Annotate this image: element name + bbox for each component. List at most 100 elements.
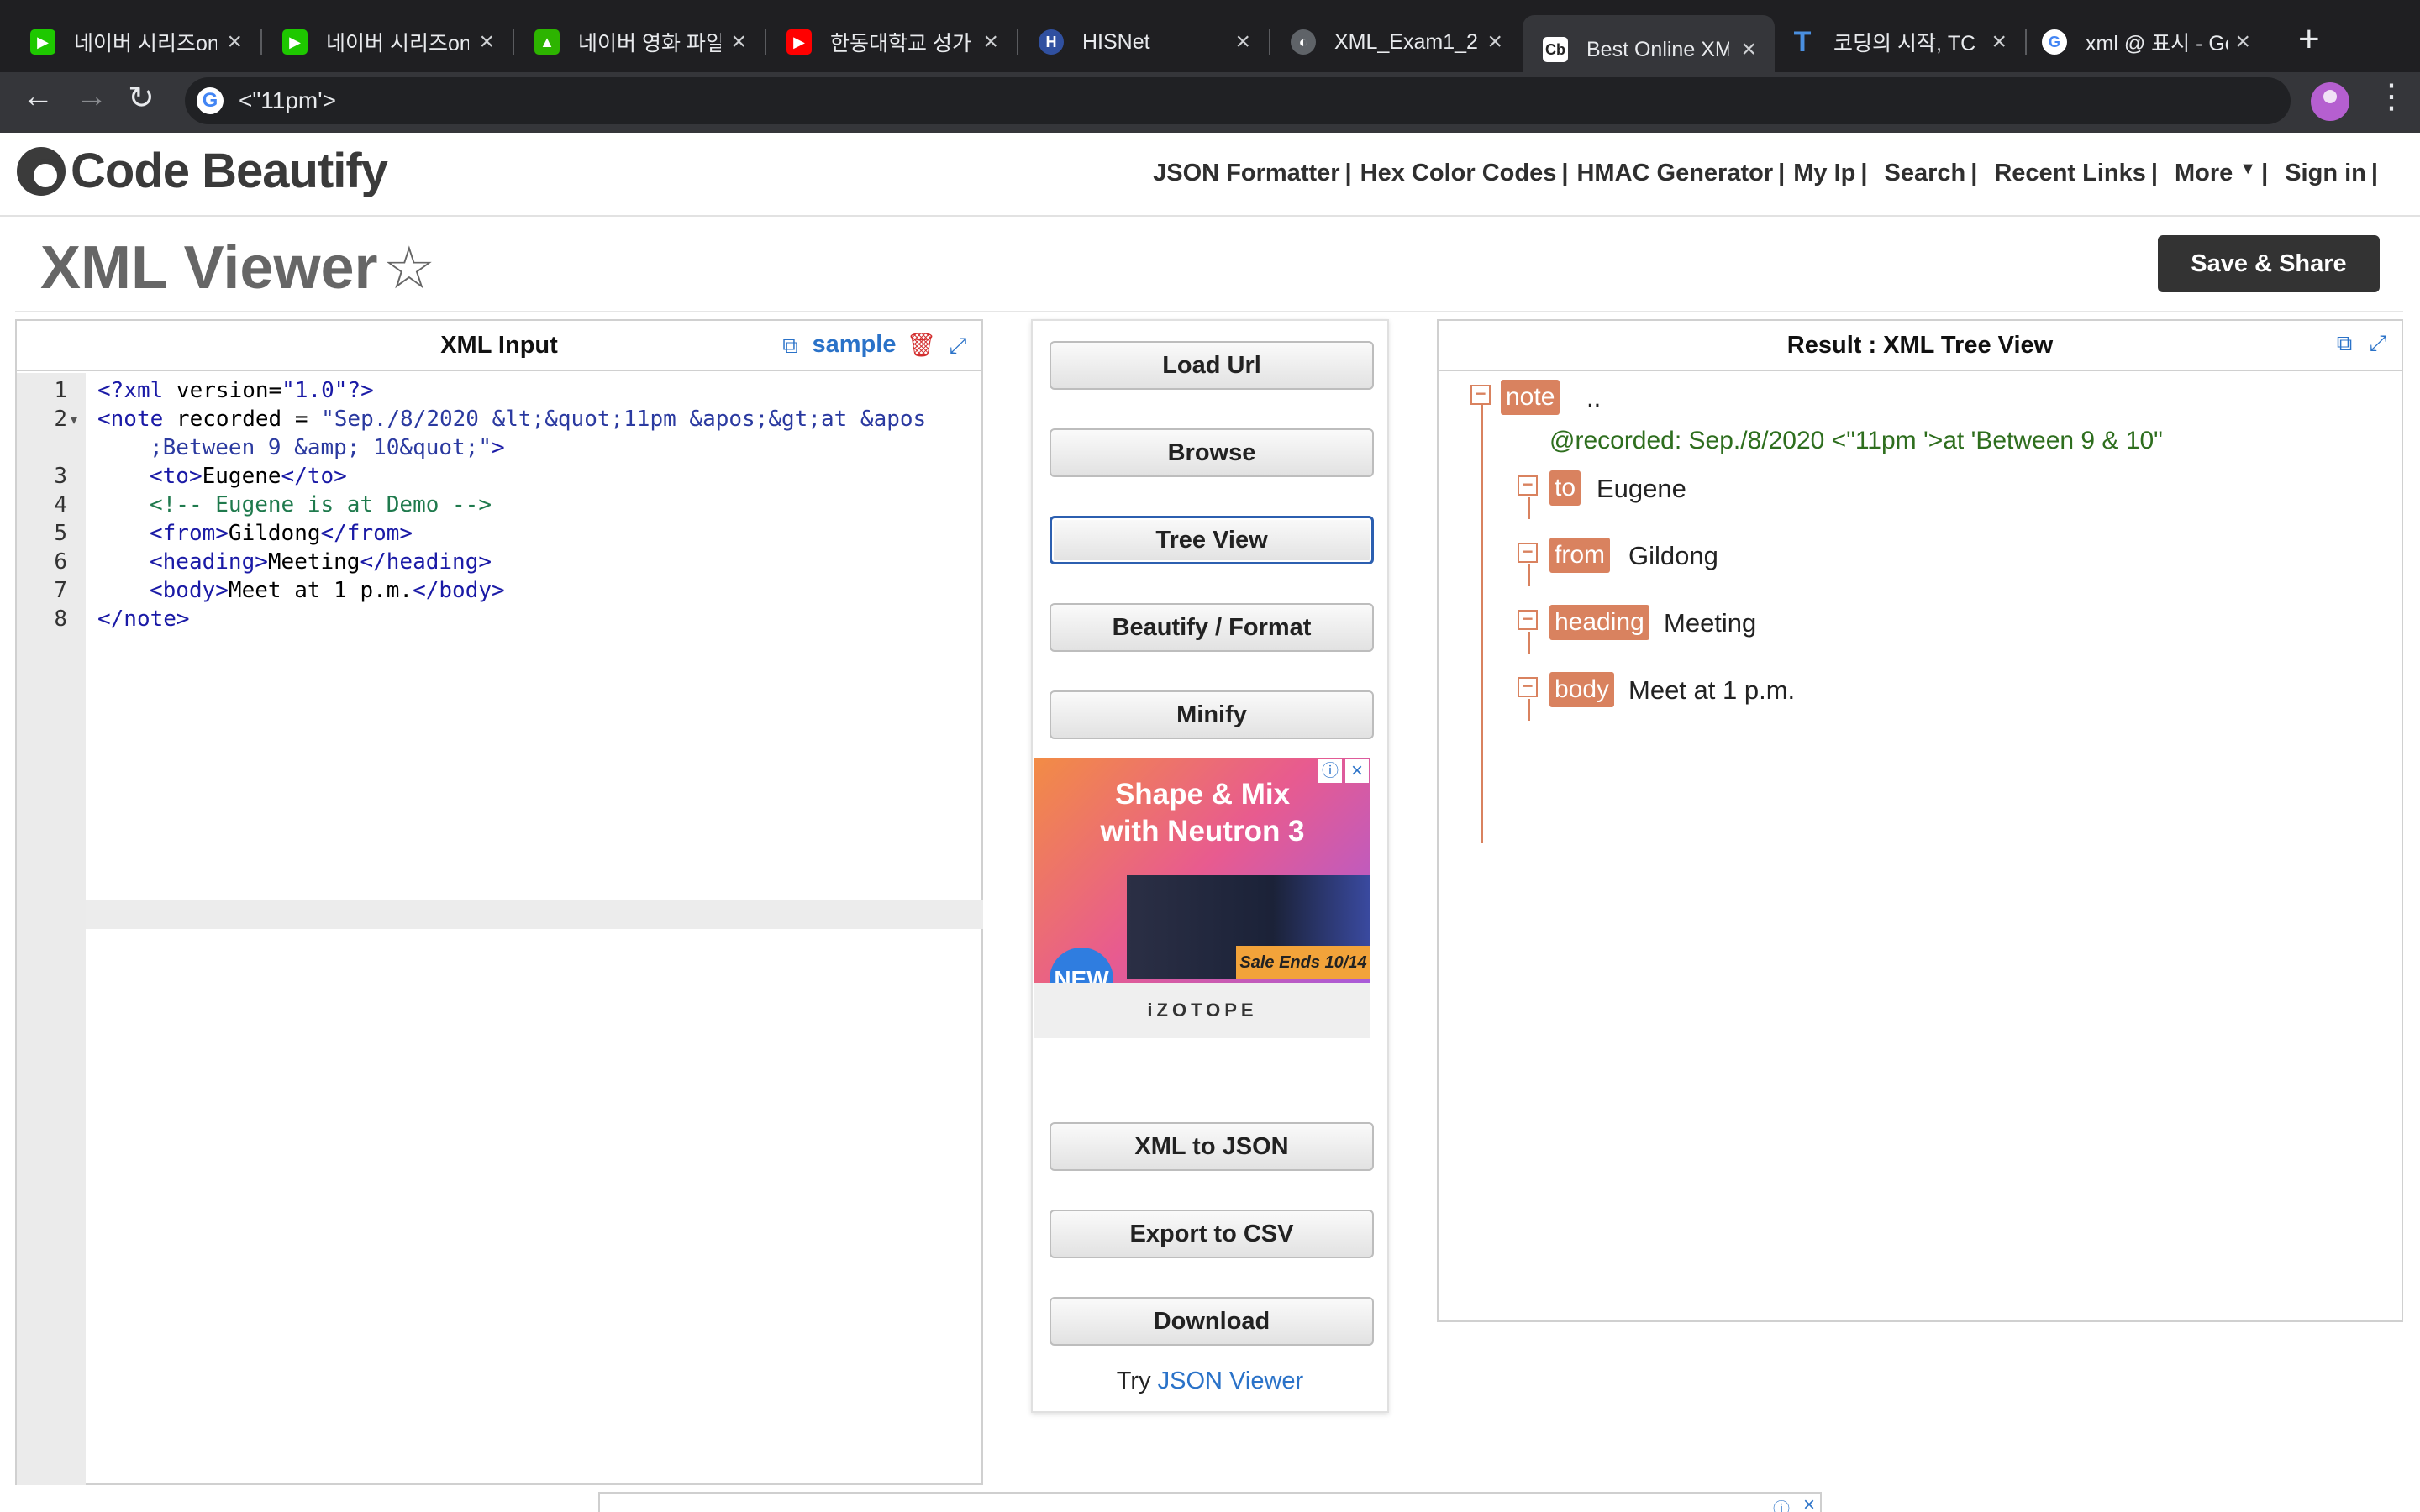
tree-guide-line bbox=[1528, 564, 1530, 586]
fold-arrow-icon[interactable]: ▾ bbox=[71, 412, 77, 428]
nav-hex-color-codes[interactable]: Hex Color Codes bbox=[1360, 160, 1557, 187]
trash-icon[interactable]: 🗑 bbox=[906, 331, 936, 359]
browser-tab[interactable]: ▶ 네이버 시리즈on × bbox=[0, 18, 260, 66]
copy-icon[interactable]: ⧉ bbox=[2333, 331, 2356, 354]
line-number: 8 bbox=[54, 606, 67, 632]
ad-info-icon[interactable]: ⓘ bbox=[1318, 759, 1342, 783]
copy-icon[interactable]: ⧉ bbox=[779, 333, 802, 357]
collapse-toggle-icon[interactable]: − bbox=[1470, 385, 1491, 405]
close-icon[interactable]: × bbox=[731, 28, 746, 56]
download-button[interactable]: Download bbox=[1050, 1297, 1374, 1346]
address-bar[interactable]: G <"11pm'> bbox=[185, 77, 2291, 124]
browser-tab[interactable]: ▶ 한동대학교 성가대 × bbox=[756, 18, 1017, 66]
xml-to-json-button[interactable]: XML to JSON bbox=[1050, 1122, 1374, 1171]
close-icon[interactable]: × bbox=[227, 28, 242, 56]
close-icon[interactable]: × bbox=[2235, 28, 2250, 56]
code-line: ;Between 9 &amp; 10&quot;"> bbox=[150, 435, 505, 460]
reload-icon[interactable]: ↻ bbox=[128, 79, 155, 117]
ad-close-icon[interactable]: × bbox=[1345, 759, 1369, 783]
tree-value: Eugene bbox=[1597, 474, 1686, 503]
tab-title: 코딩의 시작, TCP bbox=[1833, 32, 1976, 55]
nav-hmac-generator[interactable]: HMAC Generator bbox=[1576, 160, 1773, 187]
tree-node-note[interactable]: note bbox=[1501, 380, 1560, 415]
result-panel: Result : XML Tree View ⧉ ⤢ − note .. @re… bbox=[1437, 319, 2403, 1322]
logo-text: Code Beautify bbox=[71, 144, 388, 198]
nav-json-formatter[interactable]: JSON Formatter bbox=[1153, 160, 1339, 187]
nav-search[interactable]: Search bbox=[1885, 160, 1966, 187]
close-icon[interactable]: × bbox=[1235, 28, 1250, 56]
actions-panel: Load Url Browse Tree View Beautify / For… bbox=[1031, 319, 1389, 1413]
browse-button[interactable]: Browse bbox=[1050, 428, 1374, 477]
close-icon[interactable]: × bbox=[1487, 28, 1502, 56]
tree-node-to[interactable]: to bbox=[1549, 470, 1581, 506]
site-header: Code Beautify JSON Formatter | Hex Color … bbox=[0, 133, 2420, 217]
code-editor[interactable]: <?xml version="1.0"?> <note recorded = "… bbox=[86, 373, 983, 1485]
collapse-toggle-icon[interactable]: − bbox=[1518, 677, 1538, 697]
browser-menu-icon[interactable]: ⋮ bbox=[2375, 77, 2408, 116]
tree-node-body[interactable]: body bbox=[1549, 672, 1615, 707]
save-share-button[interactable]: Save & Share bbox=[2158, 235, 2380, 292]
ad-info-icon[interactable]: ⓘ bbox=[1773, 1495, 1790, 1512]
xml-input-panel: XML Input ⧉ sample 🗑 ⤢ 1 2 ▾ 3 4 5 6 7 8… bbox=[15, 319, 983, 1485]
close-icon[interactable]: × bbox=[983, 28, 998, 56]
load-url-button[interactable]: Load Url bbox=[1050, 341, 1374, 390]
nav-sign-in[interactable]: Sign in bbox=[2285, 160, 2366, 187]
back-arrow-icon[interactable]: ← bbox=[22, 79, 54, 115]
sample-link[interactable]: sample bbox=[813, 331, 897, 359]
code-line: <to>Eugene</to> bbox=[150, 464, 347, 489]
codebeautify-icon: Cb bbox=[1543, 37, 1568, 62]
minify-button[interactable]: Minify bbox=[1050, 690, 1374, 739]
browser-tab[interactable]: G xml @ 표시 - Go × bbox=[2017, 18, 2269, 66]
collapse-toggle-icon[interactable]: − bbox=[1518, 543, 1538, 563]
tree-node-dots: .. bbox=[1586, 383, 1602, 412]
nav-my-ip[interactable]: My Ip bbox=[1793, 160, 1855, 187]
expand-icon[interactable]: ⤢ bbox=[946, 333, 970, 357]
address-text[interactable]: <"11pm'> bbox=[239, 87, 336, 114]
bottom-advertisement[interactable]: ⓘ × bbox=[598, 1492, 1822, 1512]
xml-input-title: XML Input bbox=[440, 331, 558, 359]
caret-down-icon[interactable]: ▼ bbox=[2239, 160, 2256, 187]
ad-close-icon[interactable]: × bbox=[1803, 1494, 1815, 1512]
advertisement[interactable]: Shape & Mix with Neutron 3 NEW Sale Ends… bbox=[1034, 758, 1370, 1038]
nav-more[interactable]: More bbox=[2175, 160, 2233, 187]
browser-tab[interactable]: ▶ 네이버 시리즈on × bbox=[252, 18, 513, 66]
export-csv-button[interactable]: Export to CSV bbox=[1050, 1210, 1374, 1258]
tree-node-from[interactable]: from bbox=[1549, 538, 1610, 573]
browser-tab[interactable]: T 코딩의 시작, TCP × bbox=[1773, 18, 2025, 66]
code-line: <!-- Eugene is at Demo --> bbox=[150, 492, 492, 517]
naver-series-icon: ▶ bbox=[282, 29, 308, 55]
browser-tab[interactable]: ◐ XML_Exam1_20 × bbox=[1260, 18, 1521, 66]
collapse-toggle-icon[interactable]: − bbox=[1518, 475, 1538, 496]
close-icon[interactable]: × bbox=[1741, 35, 1756, 64]
close-icon[interactable]: × bbox=[1991, 28, 2007, 56]
forward-arrow-icon[interactable]: → bbox=[76, 79, 108, 115]
tab-title: 네이버 시리즈on bbox=[326, 32, 469, 55]
tab-title: 한동대학교 성가대 bbox=[830, 32, 973, 55]
tree-view-button[interactable]: Tree View bbox=[1050, 516, 1374, 564]
close-icon[interactable]: × bbox=[479, 28, 494, 56]
json-viewer-link[interactable]: JSON Viewer bbox=[1158, 1368, 1304, 1394]
browser-tab[interactable]: H HISNet × bbox=[1008, 18, 1269, 66]
naver-movie-icon: ▲ bbox=[534, 29, 560, 55]
tcp-school-icon: T bbox=[1793, 25, 1812, 58]
code-line: <?xml version="1.0"?> bbox=[97, 378, 374, 403]
hisnet-icon: H bbox=[1039, 29, 1064, 55]
ad-sale-banner: Sale Ends 10/14 bbox=[1236, 946, 1370, 979]
tab-title: XML_Exam1_20 bbox=[1334, 29, 1477, 54]
youtube-icon: ▶ bbox=[786, 29, 812, 55]
collapse-toggle-icon[interactable]: − bbox=[1518, 610, 1538, 630]
browser-toolbar: ← → ↻ G <"11pm'> ⋮ bbox=[0, 72, 2420, 133]
new-tab-button[interactable]: + bbox=[2298, 18, 2320, 60]
favorite-star-icon[interactable]: ☆ bbox=[383, 234, 436, 302]
tab-title: xml @ 표시 - Go bbox=[2086, 32, 2228, 55]
browser-tab[interactable]: ▲ 네이버 영화 파일 × bbox=[504, 18, 765, 66]
tree-guide-line bbox=[1528, 632, 1530, 654]
profile-avatar[interactable] bbox=[2311, 82, 2349, 121]
code-line: <from>Gildong</from> bbox=[150, 521, 413, 546]
tab-title: Best Online XML bbox=[1586, 37, 1729, 61]
beautify-format-button[interactable]: Beautify / Format bbox=[1050, 603, 1374, 652]
tree-node-heading[interactable]: heading bbox=[1549, 605, 1649, 640]
expand-icon[interactable]: ⤢ bbox=[2366, 331, 2390, 354]
site-logo[interactable]: Code Beautify bbox=[17, 143, 388, 199]
nav-recent-links[interactable]: Recent Links bbox=[1994, 160, 2146, 187]
